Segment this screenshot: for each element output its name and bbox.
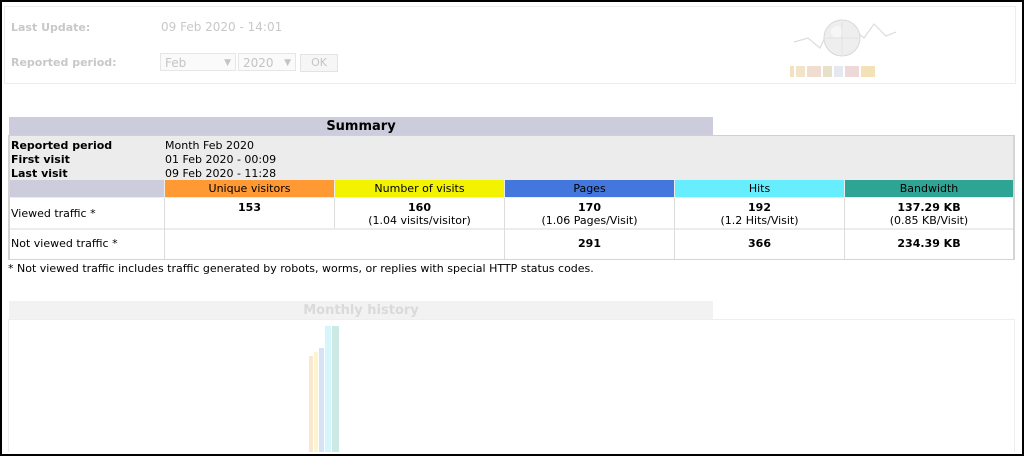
awstats-logo-icon [790,19,897,77]
grid-line [164,198,165,259]
last-visit-value: 09 Feb 2020 - 11:28 [165,167,277,180]
pages-value: 170 [578,201,601,214]
month-select[interactable]: Feb ▼ [160,53,236,71]
hits-bar [325,326,331,452]
bandwidth-header: Bandwidth [845,180,1013,197]
summary-table: Reported period Month Feb 2020 First vis… [8,135,1015,260]
grid-line [504,198,505,259]
first-visit-label: First visit [11,153,70,166]
ok-button[interactable]: OK [300,54,338,72]
pages-header: Pages [505,180,674,197]
grid-line [674,198,675,259]
not-viewed-bandwidth-value: 234.39 KB [897,237,961,250]
last-update-label: Last Update: [11,21,91,34]
reported-period-label: Reported period: [11,56,117,69]
reported-period-row-value: Month Feb 2020 [165,139,254,152]
year-select[interactable]: 2020 ▼ [238,53,296,71]
hits-per-visit: (1.2 Hits/Visit) [720,214,799,227]
year-select-value: 2020 [243,56,274,70]
not-viewed-hits-value: 366 [748,237,771,250]
grid-line [844,198,845,259]
last-update-value: 09 Feb 2020 - 14:01 [161,20,283,34]
bandwidth-bar [332,326,339,452]
pages-per-visit: (1.06 Pages/Visit) [541,214,638,227]
bandwidth-value: 137.29 KB [897,201,961,214]
monthly-history-panel [8,319,1015,452]
summary-title: Summary [9,117,713,135]
not-viewed-traffic-label: Not viewed traffic * [11,237,118,250]
visits-value: 160 [408,201,431,214]
chevron-down-icon: ▼ [224,58,231,68]
reported-period-row-label: Reported period [11,139,113,152]
viewed-traffic-label: Viewed traffic * [11,207,96,220]
visits-per-visitor: (1.04 visits/visitor) [368,214,471,227]
chevron-down-icon: ▼ [284,58,291,68]
grid-line [334,198,335,228]
not-viewed-pages-value: 291 [578,237,601,250]
hits-header: Hits [675,180,844,197]
footnote: * Not viewed traffic includes traffic ge… [8,262,594,275]
unique-visitors-value: 153 [238,201,261,214]
column-header-blank [10,180,164,197]
first-visit-value: 01 Feb 2020 - 00:09 [165,153,277,166]
visits-bar [314,352,318,452]
unique-visitors-header: Unique visitors [165,180,334,197]
bandwidth-per-visit: (0.85 KB/Visit) [889,214,969,227]
month-select-value: Feb [165,56,187,70]
monthly-history-title: Monthly history [9,301,713,319]
hits-value: 192 [748,201,771,214]
last-visit-label: Last visit [11,167,68,180]
number-of-visits-header: Number of visits [335,180,504,197]
pages-bar [319,348,324,452]
unique-visitors-bar [309,356,313,452]
